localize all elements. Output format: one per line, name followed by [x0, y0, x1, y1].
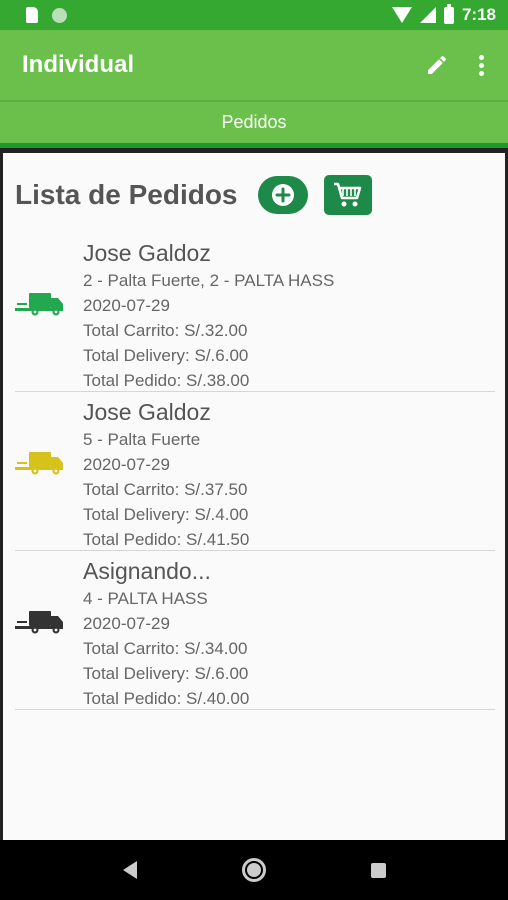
order-customer: Asignando... — [83, 558, 211, 584]
edit-button[interactable] — [425, 53, 449, 77]
status-bar: 7:18 — [0, 0, 508, 30]
signal-icon — [419, 7, 436, 23]
order-total-pedido: Total Pedido: S/.40.00 — [83, 689, 250, 708]
order-details: Jose Galdoz 2 - Palta Fuerte, 2 - PALTA … — [83, 239, 334, 393]
order-customer: Jose Galdoz — [83, 240, 211, 266]
cart-icon — [333, 182, 361, 207]
wifi-icon — [391, 7, 412, 23]
order-total-carrito: Total Carrito: S/.32.00 — [83, 321, 248, 340]
order-total-carrito: Total Carrito: S/.34.00 — [83, 639, 248, 658]
truck-icon — [15, 452, 63, 475]
status-icons-right: 7:18 — [391, 3, 496, 25]
order-total-delivery: Total Delivery: S/.6.00 — [83, 664, 249, 683]
home-icon[interactable] — [241, 858, 266, 882]
order-date: 2020-07-29 — [83, 455, 170, 474]
order-date: 2020-07-29 — [83, 296, 170, 315]
order-items: 5 - Palta Fuerte — [83, 430, 201, 449]
order-customer: Jose Galdoz — [83, 399, 211, 425]
order-item[interactable]: Asignando... 4 - PALTA HASS 2020-07-29 T… — [15, 551, 495, 710]
recents-icon[interactable] — [370, 862, 386, 878]
order-total-delivery: Total Delivery: S/.6.00 — [83, 346, 249, 365]
orders-list: Jose Galdoz 2 - Palta Fuerte, 2 - PALTA … — [3, 233, 505, 710]
tab-pedidos-label: Pedidos — [221, 112, 287, 132]
order-items: 4 - PALTA HASS — [83, 589, 208, 608]
add-circle-icon — [271, 184, 294, 206]
app-bar: Individual — [0, 30, 508, 100]
sd-card-icon — [26, 7, 38, 23]
pencil-icon — [428, 55, 446, 74]
order-total-pedido: Total Pedido: S/.41.50 — [83, 530, 250, 549]
order-date: 2020-07-29 — [83, 614, 170, 633]
add-order-button[interactable] — [257, 176, 308, 214]
list-header: Lista de Pedidos — [3, 153, 505, 215]
back-icon[interactable] — [122, 861, 137, 879]
order-total-delivery: Total Delivery: S/.4.00 — [83, 505, 249, 524]
order-item[interactable]: Jose Galdoz 5 - Palta Fuerte 2020-07-29 … — [15, 392, 495, 551]
app-title: Individual — [22, 51, 135, 78]
order-items: 2 - Palta Fuerte, 2 - PALTA HASS — [83, 271, 335, 290]
more-options-button[interactable] — [475, 54, 488, 76]
system-nav-bar — [0, 840, 508, 900]
main-content: Lista de Pedidos Jose Galdoz 2 - Palta F… — [3, 153, 505, 840]
order-details: Asignando... 4 - PALTA HASS 2020-07-29 T… — [83, 557, 249, 711]
status-icons-left — [26, 7, 67, 23]
order-item[interactable]: Jose Galdoz 2 - Palta Fuerte, 2 - PALTA … — [15, 233, 495, 392]
truck-icon — [15, 611, 63, 634]
notification-dot-icon — [52, 7, 67, 23]
status-time: 7:18 — [461, 5, 496, 24]
list-title: Lista de Pedidos — [15, 179, 238, 210]
tab-pedidos[interactable]: Pedidos — [0, 100, 508, 148]
order-details: Jose Galdoz 5 - Palta Fuerte 2020-07-29 … — [83, 398, 249, 552]
app-actions — [425, 53, 488, 77]
order-total-pedido: Total Pedido: S/.38.00 — [83, 371, 250, 390]
order-total-carrito: Total Carrito: S/.37.50 — [83, 480, 248, 499]
more-vert-icon — [479, 54, 484, 60]
cart-button[interactable] — [323, 175, 372, 215]
truck-icon — [15, 293, 63, 316]
battery-icon — [443, 3, 454, 24]
